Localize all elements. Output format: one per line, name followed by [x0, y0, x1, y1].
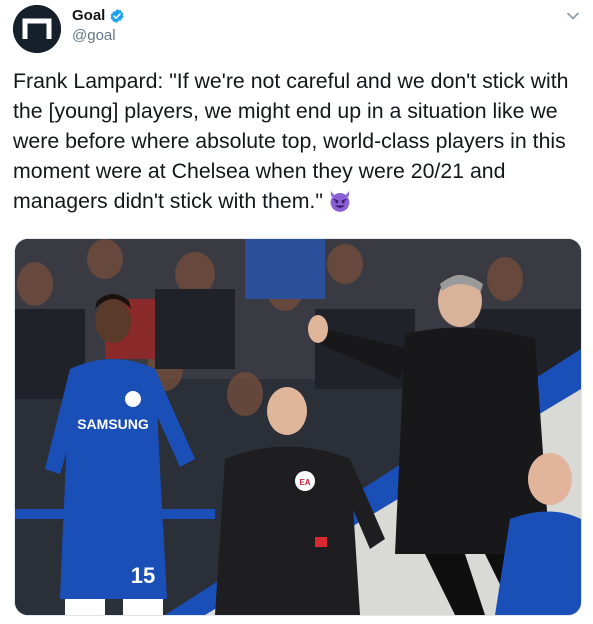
tweet-text: Frank Lampard: "If we're not careful and… [13, 69, 569, 213]
author-block: Goal @goal [72, 7, 125, 44]
chevron-down-icon[interactable] [563, 6, 583, 26]
goal-logo-icon [13, 5, 61, 53]
author-handle[interactable]: @goal [72, 27, 125, 44]
tweet-text-container: Frank Lampard: "If we're not careful and… [13, 66, 585, 216]
tweet-card[interactable]: Goal @goal Frank Lampard: "If we're not … [0, 0, 593, 624]
smiling-face-with-horns-icon [330, 190, 350, 212]
football-sideline-photo: SAMSUNG 15 EA [15, 239, 581, 615]
svg-text:15: 15 [131, 563, 155, 588]
verified-badge-icon [111, 8, 124, 23]
avatar[interactable] [13, 5, 61, 53]
tweet-photo[interactable]: SAMSUNG 15 EA [14, 238, 582, 616]
author-name[interactable]: Goal [72, 7, 105, 24]
svg-text:SAMSUNG: SAMSUNG [77, 416, 149, 432]
svg-text:EA: EA [299, 478, 310, 487]
